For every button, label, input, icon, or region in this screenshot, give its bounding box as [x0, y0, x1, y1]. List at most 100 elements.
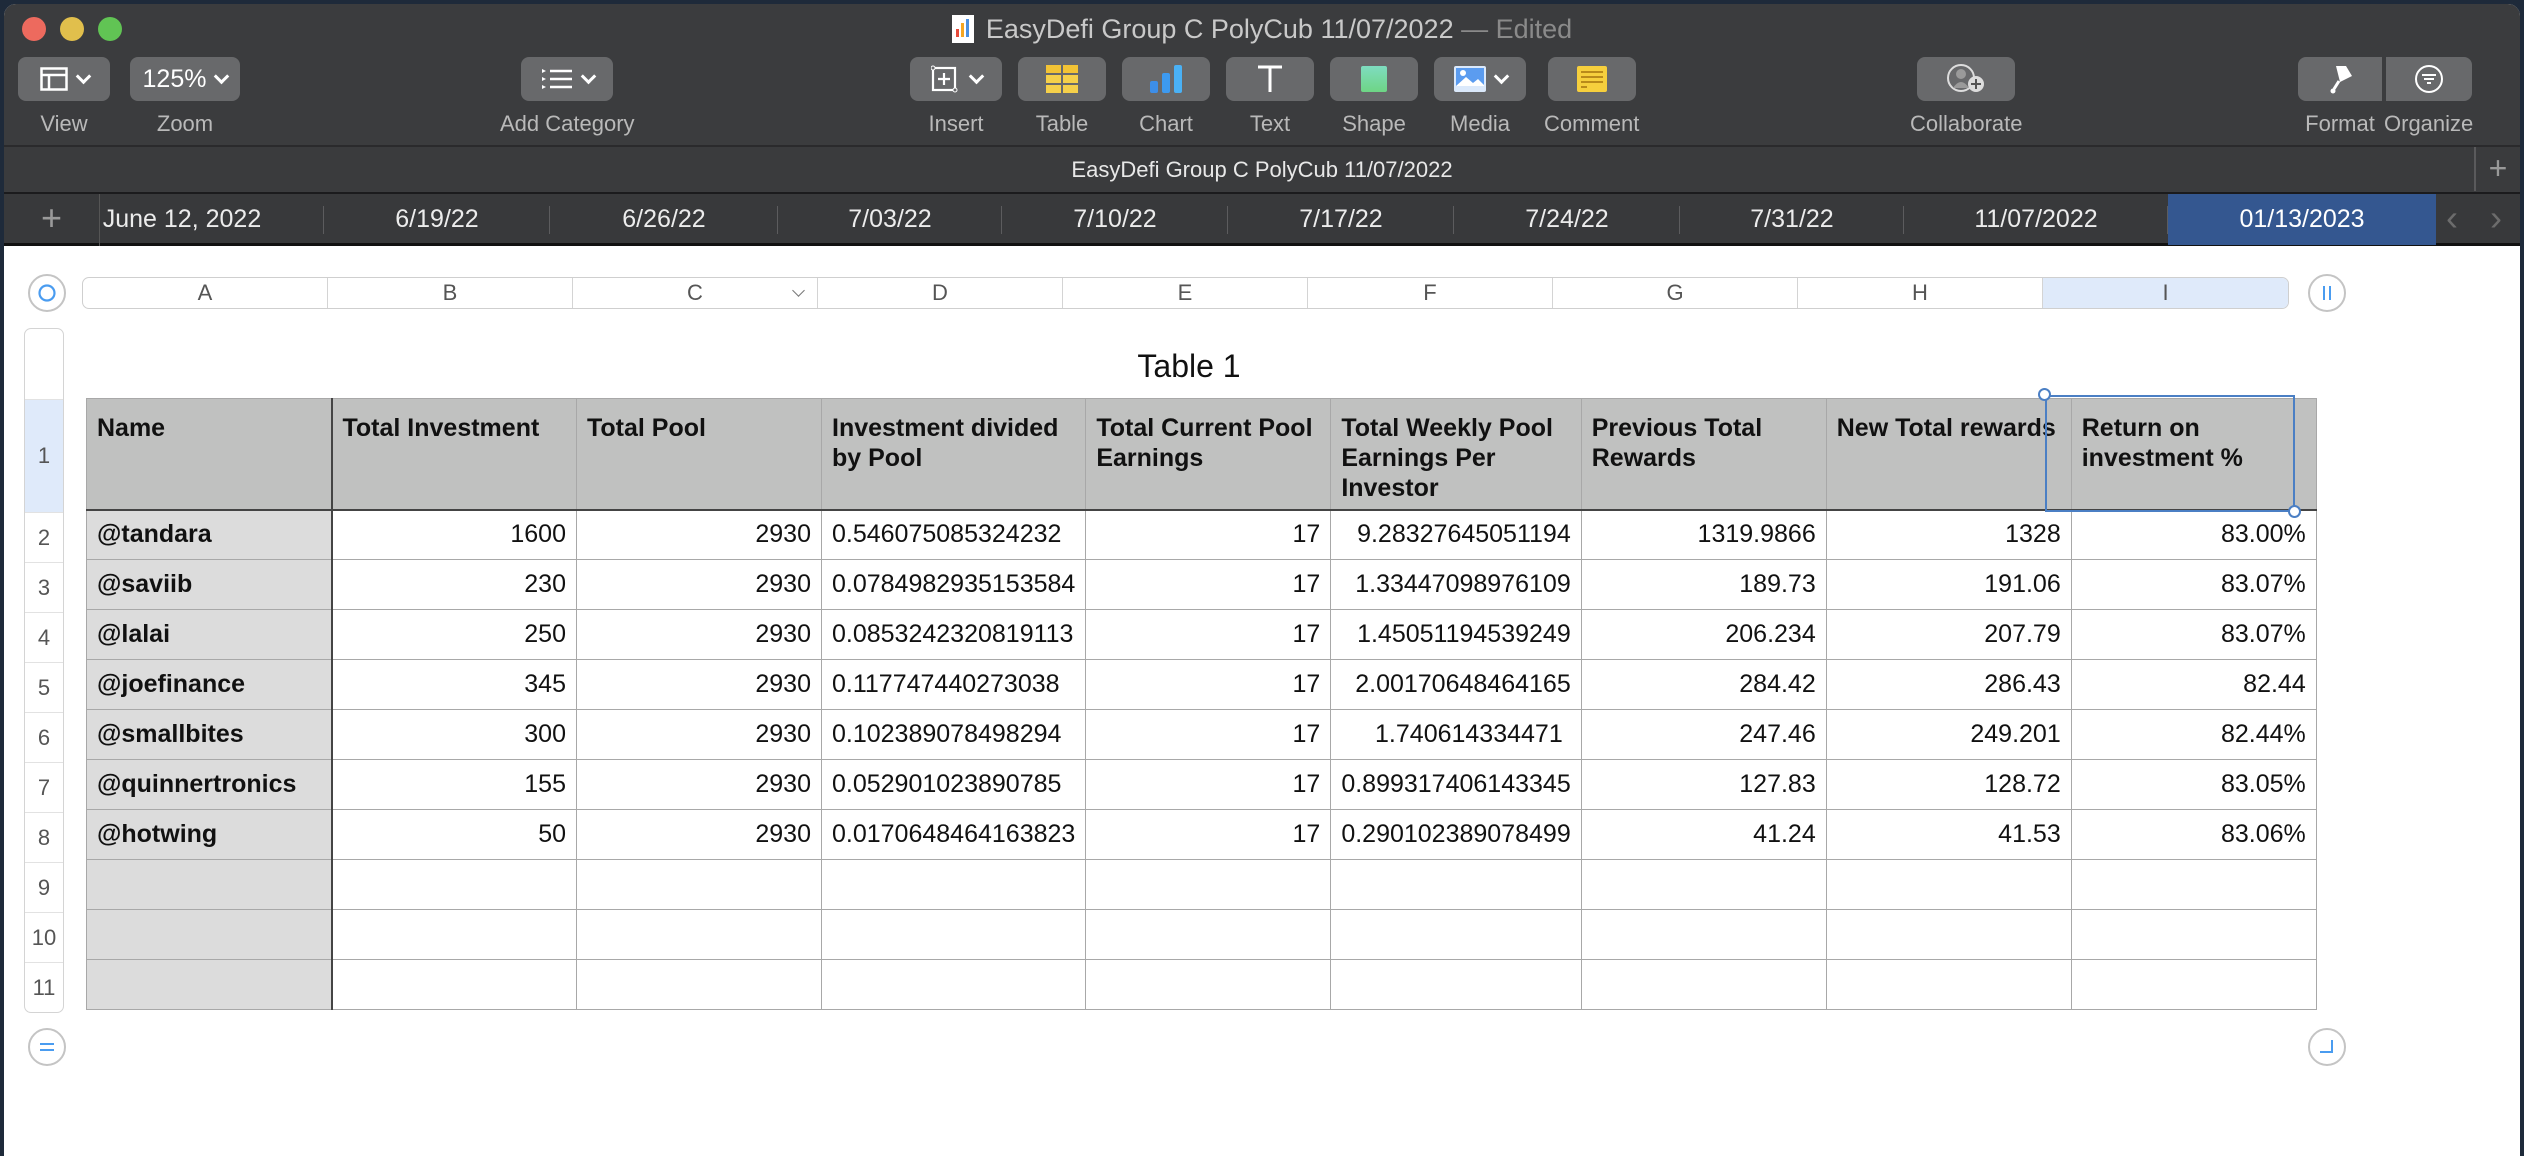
comment-button[interactable]	[1547, 57, 1636, 101]
data-cell[interactable]: 247.46	[1580, 709, 1827, 760]
data-cell[interactable]: 17	[1085, 609, 1332, 660]
sheet-tab[interactable]: 7/24/22	[1454, 194, 1680, 245]
header-cell[interactable]: Total Current Pool Earnings	[1085, 398, 1332, 511]
data-cell[interactable]: 207.79	[1825, 609, 2072, 660]
name-cell[interactable]	[86, 959, 333, 1010]
data-cell[interactable]: 0.102389078498294	[820, 709, 1087, 760]
data-cell[interactable]: 0.899317406143345	[1330, 759, 1582, 810]
data-cell[interactable]: 83.07%	[2070, 609, 2317, 660]
data-cell[interactable]: 191.06	[1825, 559, 2072, 610]
tab-scroll-left-icon[interactable]: ‹	[2446, 194, 2458, 245]
data-cell[interactable]	[331, 959, 577, 1010]
resize-table-handle[interactable]	[2308, 1028, 2346, 1066]
row-header[interactable]: 3	[25, 562, 63, 612]
data-cell[interactable]: 0.0170648464163823	[820, 809, 1087, 860]
add-sheet-icon[interactable]: +	[2474, 147, 2520, 191]
data-cell[interactable]: 17	[1085, 659, 1332, 710]
data-cell[interactable]: 0.117747440273038	[820, 659, 1087, 710]
data-cell[interactable]	[1580, 909, 1827, 960]
sheet-tab[interactable]: 6/19/22	[324, 194, 550, 245]
data-cell[interactable]: 1.740614334471	[1330, 709, 1582, 760]
data-cell[interactable]: 17	[1085, 509, 1332, 560]
data-cell[interactable]	[2070, 909, 2317, 960]
column-menu-chevron-icon[interactable]	[792, 284, 805, 297]
data-cell[interactable]	[820, 909, 1087, 960]
column-header-f[interactable]: F	[1308, 278, 1553, 308]
data-cell[interactable]	[1085, 859, 1332, 910]
data-cell[interactable]: 128.72	[1825, 759, 2072, 810]
data-cell[interactable]: 1.45051194539249	[1330, 609, 1582, 660]
data-cell[interactable]: 17	[1085, 759, 1332, 810]
data-cell[interactable]: 2930	[576, 709, 822, 760]
collaborate-button[interactable]	[1917, 57, 2016, 101]
row-header[interactable]: 1	[25, 399, 63, 512]
data-cell[interactable]: 2930	[576, 509, 822, 560]
row-header[interactable]: 10	[25, 912, 63, 962]
data-cell[interactable]: 17	[1085, 809, 1332, 860]
data-cell[interactable]: 2.00170648464165	[1330, 659, 1582, 710]
name-cell[interactable]: @quinnertronics	[86, 759, 333, 810]
data-cell[interactable]: 0.0784982935153584	[820, 559, 1087, 610]
column-header-b[interactable]: B	[328, 278, 573, 308]
data-cell[interactable]: 230	[331, 559, 577, 610]
sheet-tab[interactable]: 01/13/2023	[2168, 194, 2436, 245]
data-cell[interactable]: 1600	[331, 509, 577, 560]
data-cell[interactable]: 127.83	[1580, 759, 1827, 810]
data-cell[interactable]: 249.201	[1825, 709, 2072, 760]
text-button[interactable]	[1226, 57, 1314, 101]
table-select-handle[interactable]	[28, 274, 66, 312]
data-cell[interactable]: 83.00%	[2070, 509, 2317, 560]
data-cell[interactable]	[331, 859, 577, 910]
header-cell[interactable]: Previous Total Rewards	[1580, 398, 1827, 511]
data-cell[interactable]: 9.28327645051194	[1330, 509, 1582, 560]
data-cell[interactable]	[1330, 959, 1582, 1010]
column-header-h[interactable]: H	[1798, 278, 2043, 308]
header-cell[interactable]: Name	[86, 398, 333, 511]
data-cell[interactable]	[576, 859, 822, 910]
row-header[interactable]: 6	[25, 712, 63, 762]
table-button[interactable]	[1018, 57, 1106, 101]
view-button[interactable]	[18, 57, 110, 101]
data-cell[interactable]: 41.24	[1580, 809, 1827, 860]
row-header[interactable]: 5	[25, 662, 63, 712]
data-cell[interactable]: 0.546075085324232	[820, 509, 1087, 560]
sheet-tab[interactable]: 7/17/22	[1228, 194, 1454, 245]
shape-button[interactable]	[1330, 57, 1418, 101]
data-cell[interactable]	[2070, 959, 2317, 1010]
name-cell[interactable]: @smallbites	[86, 709, 333, 760]
selection-handle-bottom-right[interactable]	[2288, 505, 2301, 518]
data-cell[interactable]	[576, 959, 822, 1010]
add-row-handle[interactable]	[28, 1028, 66, 1066]
sheet-tab[interactable]: 7/03/22	[778, 194, 1002, 245]
header-cell[interactable]: Total Weekly Pool Earnings Per Investor	[1330, 398, 1582, 511]
data-cell[interactable]: 2930	[576, 759, 822, 810]
add-column-handle[interactable]	[2308, 274, 2346, 312]
row-header[interactable]: 4	[25, 612, 63, 662]
data-cell[interactable]: 345	[331, 659, 577, 710]
column-header-c[interactable]: C	[573, 278, 818, 308]
selection-handle-top-left[interactable]	[2038, 388, 2051, 401]
header-cell[interactable]: New Total rewards	[1825, 398, 2072, 511]
data-cell[interactable]: 82.44%	[2070, 709, 2317, 760]
data-cell[interactable]: 1328	[1825, 509, 2072, 560]
data-cell[interactable]: 206.234	[1580, 609, 1827, 660]
data-cell[interactable]: 286.43	[1825, 659, 2072, 710]
data-cell[interactable]: 83.05%	[2070, 759, 2317, 810]
data-cell[interactable]	[1580, 959, 1827, 1010]
organize-button[interactable]	[2385, 57, 2472, 101]
header-cell[interactable]: Return on investment %	[2070, 398, 2317, 511]
data-cell[interactable]	[820, 859, 1087, 910]
sheet-tab[interactable]: 11/07/2022	[1904, 194, 2168, 245]
data-cell[interactable]	[1825, 859, 2072, 910]
row-header[interactable]: 8	[25, 812, 63, 862]
sheet-tab[interactable]: 7/31/22	[1680, 194, 1904, 245]
data-cell[interactable]: 300	[331, 709, 577, 760]
name-cell[interactable]: @lalai	[86, 609, 333, 660]
row-header[interactable]: 11	[25, 962, 63, 1012]
data-cell[interactable]	[1825, 959, 2072, 1010]
name-cell[interactable]: @tandara	[86, 509, 333, 560]
sheet-tab[interactable]: 7/10/22	[1002, 194, 1228, 245]
data-cell[interactable]: 83.07%	[2070, 559, 2317, 610]
data-cell[interactable]: 250	[331, 609, 577, 660]
sheet-tab[interactable]: June 12, 2022	[100, 194, 324, 245]
